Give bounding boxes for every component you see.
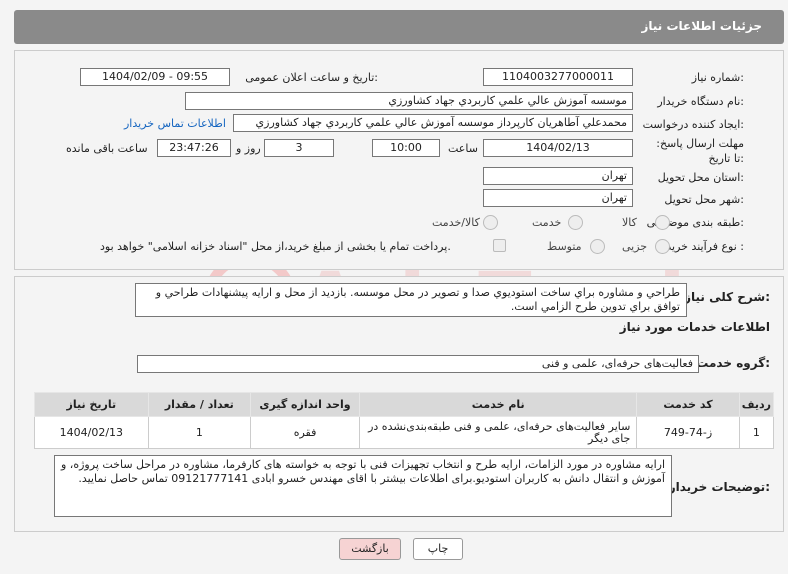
- buyer-contact-link[interactable]: اطلاعات تماس خریدار: [124, 117, 226, 130]
- deadline-days-field: 3: [264, 139, 334, 157]
- print-button[interactable]: چاپ: [413, 538, 463, 560]
- summary-text: طراحي و مشاوره براي ساخت استوديوي صدا و …: [135, 283, 687, 317]
- category-goods-radio[interactable]: [655, 215, 670, 230]
- buyer-notes-text: ارایه مشاوره در مورد الزامات، ارایه طرح …: [54, 455, 672, 517]
- province-field: تهران: [483, 167, 633, 185]
- category-service-label: خدمت: [532, 216, 562, 229]
- remaining-time-label: ساعت باقی مانده: [66, 142, 148, 155]
- buyer-org-field: موسسه آموزش عالي علمي كاربردي جهاد كشاور…: [185, 92, 633, 110]
- purchase-minor-label: جزیی: [622, 240, 648, 253]
- back-button[interactable]: بازگشت: [339, 538, 401, 560]
- category-goods-service-label: کالا/خدمت: [432, 216, 480, 229]
- deadline-days-label: روز و: [236, 142, 261, 155]
- purchase-type-label: نوع فرآیند خرید :: [666, 240, 744, 253]
- col-unit: واحد اندازه گیری: [249, 392, 361, 417]
- deadline-time-field: 10:00: [372, 139, 440, 157]
- city-field: تهران: [483, 189, 633, 207]
- cell-code: ز-74-749: [636, 416, 740, 449]
- deadline-date-field: 1404/02/13: [483, 139, 633, 157]
- city-label: شهر محل تحویل:: [664, 193, 744, 206]
- need-number-field: 1104003277000011: [483, 68, 633, 86]
- services-heading: اطلاعات خدمات مورد نیاز: [619, 320, 770, 334]
- services-table: ردیف کد خدمت نام خدمت واحد اندازه گیری ت…: [34, 392, 775, 449]
- category-goods-service-radio[interactable]: [483, 215, 498, 230]
- category-service-radio[interactable]: [568, 215, 583, 230]
- province-label: استان محل تحویل:: [657, 171, 744, 184]
- purchase-medium-radio[interactable]: [590, 239, 605, 254]
- remaining-time-field: 23:47:26: [157, 139, 231, 157]
- cell-row: 1: [738, 416, 775, 449]
- col-name: نام خدمت: [359, 392, 638, 417]
- panel-title: جزئیات اطلاعات نیاز: [14, 10, 784, 44]
- treasury-payment-note: پرداخت تمام یا بخشی از مبلغ خرید،از محل …: [100, 240, 451, 253]
- service-group-field: فعالیت‌های حرفه‌ای، علمی و فنی: [137, 355, 699, 373]
- category-goods-label: کالا: [622, 216, 637, 229]
- col-row: ردیف: [738, 392, 775, 417]
- announce-datetime-label: تاریخ و ساعت اعلان عمومی:: [245, 71, 378, 84]
- buyer-org-label: نام دستگاه خریدار:: [657, 95, 744, 108]
- page-title: جزئیات اطلاعات نیاز: [641, 19, 762, 33]
- deadline-time-label: ساعت: [448, 142, 478, 155]
- need-number-label: شماره نیاز:: [691, 71, 744, 84]
- requester-label: ایجاد کننده درخواست:: [642, 118, 744, 131]
- cell-date: 1404/02/13: [34, 416, 149, 449]
- announce-datetime-field: 1404/02/09 - 09:55: [80, 68, 230, 86]
- purchase-medium-label: متوسط: [547, 240, 582, 253]
- cell-qty: 1: [147, 416, 251, 449]
- cell-unit: فقره: [249, 416, 361, 449]
- col-date: تاریخ نیاز: [34, 392, 149, 417]
- summary-label: شرح کلی نیاز:: [684, 290, 770, 304]
- purchase-minor-radio[interactable]: [655, 239, 670, 254]
- table-header-row: ردیف کد خدمت نام خدمت واحد اندازه گیری ت…: [34, 392, 775, 417]
- deadline-label: مهلت ارسال پاسخ: تا تاریخ:: [656, 137, 744, 165]
- treasury-payment-checkbox[interactable]: [493, 239, 506, 252]
- table-row: 1 ز-74-749 سایر فعالیت‌های حرفه‌ای، علمی…: [34, 416, 775, 449]
- buyer-notes-label: توضیحات خریدار:: [668, 480, 770, 494]
- service-group-label: گروه خدمت:: [696, 356, 770, 370]
- requester-field: محمدعلي آطاهريان كارپرداز موسسه آموزش عا…: [233, 114, 633, 132]
- col-qty: تعداد / مقدار: [147, 392, 251, 417]
- cell-name: سایر فعالیت‌های حرفه‌ای، علمی و فنی طبقه…: [359, 416, 638, 449]
- col-code: کد خدمت: [636, 392, 740, 417]
